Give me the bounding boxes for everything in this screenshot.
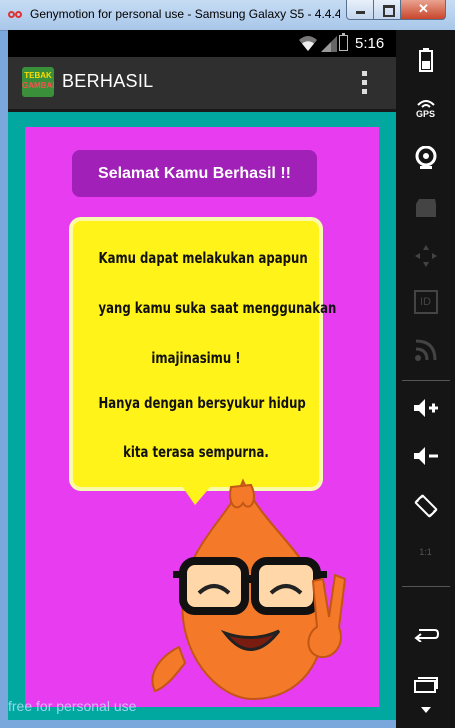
- volume-down-icon[interactable]: [396, 436, 455, 476]
- screencast-icon[interactable]: [396, 188, 455, 228]
- emulator-sidebar: GPS ID 1:1: [396, 30, 455, 728]
- rotate-icon[interactable]: [396, 486, 455, 526]
- rss-icon[interactable]: [396, 330, 455, 370]
- message-line: Hanya dengan bersyukur hidup: [98, 394, 306, 412]
- maximize-button[interactable]: [373, 0, 401, 20]
- back-icon[interactable]: [396, 614, 455, 654]
- mascot-character: [151, 478, 347, 701]
- gps-label: GPS: [415, 109, 435, 119]
- overflow-menu-icon[interactable]: [360, 71, 368, 97]
- ratio-label: 1:1: [419, 547, 432, 557]
- battery-widget-icon[interactable]: [396, 40, 455, 80]
- close-button[interactable]: [400, 0, 446, 20]
- android-screen: 5:16 TEBAK GAMBAR BERHASIL Selamat Kamu …: [8, 30, 396, 720]
- recent-apps-icon[interactable]: [396, 664, 455, 704]
- app-logo[interactable]: TEBAK GAMBAR: [22, 67, 54, 97]
- id-label: ID: [413, 290, 438, 314]
- message-line: Kamu dapat melakukan apapun: [98, 249, 308, 267]
- emulator-window: Genymotion for personal use - Samsung Ga…: [0, 0, 455, 728]
- message-bubble: Kamu dapat melakukan apapun yang kamu su…: [69, 217, 337, 491]
- success-banner-text: Selamat Kamu Berhasil !!: [98, 165, 291, 182]
- dpad-icon[interactable]: [396, 236, 455, 276]
- status-bar: 5:16: [8, 30, 396, 57]
- wifi-icon: [299, 36, 317, 51]
- webcam-icon[interactable]: [396, 138, 455, 178]
- scroll-down-icon[interactable]: [396, 700, 455, 720]
- clock: 5:16: [355, 35, 385, 52]
- genymotion-logo-icon: [8, 8, 24, 22]
- pixel-perfect-icon[interactable]: 1:1: [396, 532, 455, 572]
- minimize-button[interactable]: [346, 0, 374, 20]
- success-panel: Selamat Kamu Berhasil !! Kamu dapat mela…: [25, 127, 379, 707]
- action-bar: TEBAK GAMBAR BERHASIL: [8, 57, 396, 112]
- page-title: BERHASIL: [62, 71, 154, 91]
- battery-icon: [339, 33, 348, 51]
- message-line: imajinasimu !: [151, 349, 241, 367]
- message-line: yang kamu suka saat menggunakan: [98, 299, 337, 317]
- window-title: Genymotion for personal use - Samsung Ga…: [30, 7, 340, 21]
- sidebar-divider: [402, 380, 450, 381]
- logo-line-2: GAMBAR: [22, 81, 54, 90]
- watermark: free for personal use: [8, 698, 137, 714]
- sidebar-divider: [402, 586, 450, 587]
- gps-icon[interactable]: GPS: [396, 88, 455, 128]
- message-line: kita terasa sempurna.: [123, 443, 269, 461]
- id-icon[interactable]: ID: [396, 282, 455, 322]
- logo-line-1: TEBAK: [24, 71, 52, 80]
- signal-icon: [321, 36, 337, 52]
- window-titlebar: Genymotion for personal use - Samsung Ga…: [0, 0, 455, 31]
- success-banner: Selamat Kamu Berhasil !!: [72, 150, 317, 197]
- volume-up-icon[interactable]: [396, 388, 455, 428]
